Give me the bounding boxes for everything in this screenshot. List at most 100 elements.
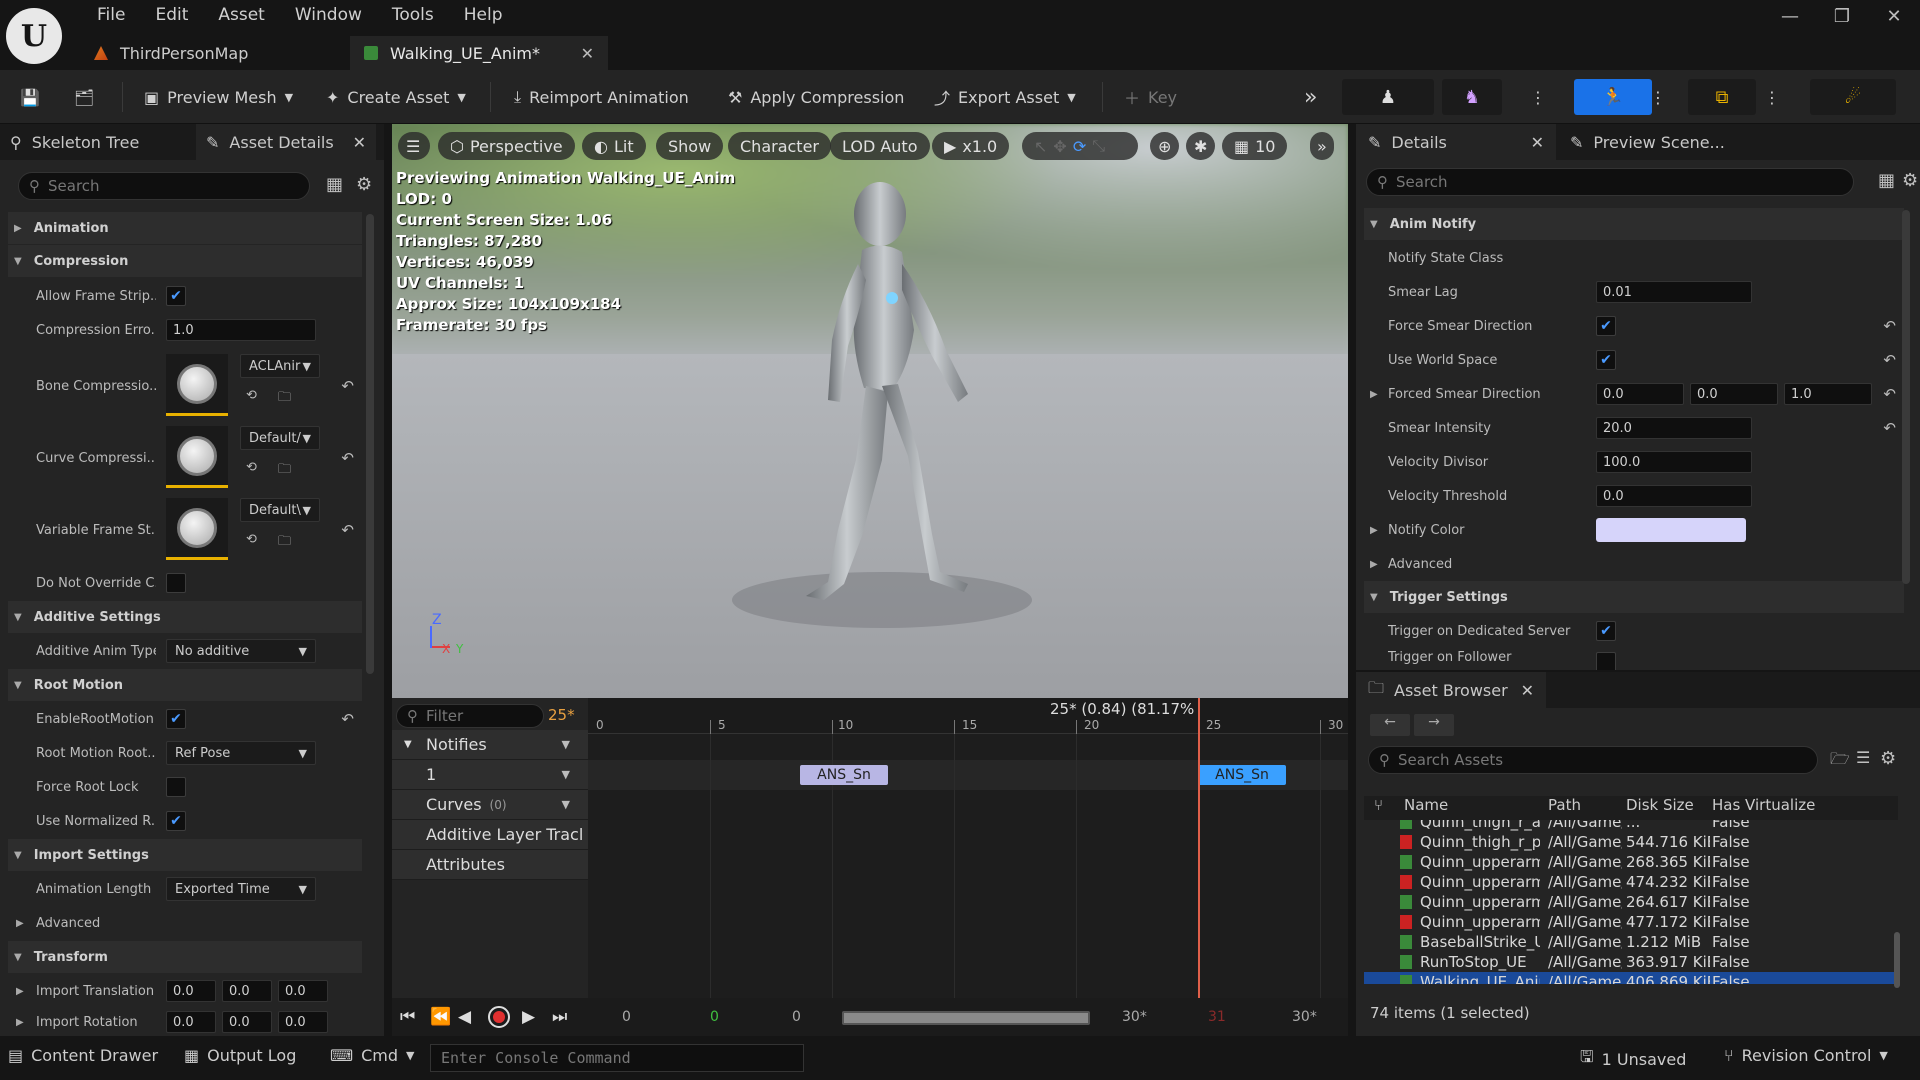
timeline-scrollbar[interactable] — [842, 1011, 1090, 1025]
details-search-input[interactable]: ⚲ Search — [18, 172, 310, 200]
curve-compression-thumbnail[interactable] — [166, 426, 228, 488]
viewport-menu-button[interactable]: ☰ — [398, 132, 430, 160]
column-has-virtualize[interactable]: Has Virtualize — [1712, 796, 1815, 814]
notify-color-swatch[interactable] — [1596, 518, 1746, 542]
variable-frame-thumbnail[interactable] — [166, 498, 228, 560]
chevron-down-icon[interactable]: ▼ — [562, 738, 570, 751]
expand-arrow-icon[interactable]: ▶ — [16, 986, 24, 997]
bone-compression-dropdown[interactable]: ACLAnir ▼ — [240, 354, 320, 378]
forced-smear-y-field[interactable]: 0.0 — [1690, 383, 1778, 405]
export-asset-button[interactable]: ⤴ Export Asset ▼ — [934, 78, 1076, 116]
asset-row[interactable]: BaseballStrike_UE/All/Game/1.212 MiB Fals… — [1364, 932, 1898, 952]
prop-advanced[interactable]: ▶ Advanced — [1364, 547, 1904, 581]
transform-tools[interactable]: ↖ ✥ ⟳ ⤡ — [1022, 132, 1138, 160]
menu-help[interactable]: Help — [449, 4, 518, 26]
more-options-icon[interactable]: ⋮ — [1650, 78, 1666, 116]
velocity-threshold-field[interactable]: 0.0 — [1596, 485, 1752, 507]
trigger-follower-checkbox[interactable] — [1596, 652, 1616, 670]
animation-mode-button[interactable]: 🏃 — [1574, 79, 1652, 115]
close-button[interactable]: ✕ — [1868, 6, 1920, 27]
category-anim-notify[interactable]: ▼ Anim Notify — [1364, 208, 1904, 240]
search-assets-input[interactable]: ⚲ Search Assets — [1368, 746, 1818, 774]
tree-icon[interactable]: ⑂ — [1374, 796, 1383, 814]
reset-icon[interactable]: ↶ — [341, 449, 354, 467]
category-transform[interactable]: ▼ Transform — [8, 941, 362, 973]
use-selected-icon[interactable]: ⟲ — [246, 388, 257, 403]
unreal-logo[interactable]: U — [6, 8, 62, 64]
reset-icon[interactable]: ↶ — [1883, 419, 1896, 437]
asset-row[interactable]: Quinn_upperarm_r_ /All/Game/264.617 KiBFa… — [1364, 892, 1898, 912]
settings-gear-icon[interactable]: ⚙ — [1902, 170, 1918, 191]
use-selected-icon[interactable]: ⟲ — [246, 532, 257, 547]
reset-icon[interactable]: ↶ — [341, 521, 354, 539]
track-notify-1[interactable]: 1 ▼ — [392, 760, 588, 790]
root-motion-root-dropdown[interactable]: Ref Pose ▼ — [166, 741, 316, 765]
track-curves[interactable]: Curves (0) ▼ — [392, 790, 588, 820]
forward-arrow-icon[interactable]: → — [1414, 714, 1454, 736]
menu-window[interactable]: Window — [280, 4, 377, 26]
browse-icon[interactable]: 🗀 — [278, 532, 291, 554]
curve-compression-dropdown[interactable]: Default/▼ — [240, 426, 320, 450]
details-scrollbar[interactable] — [366, 214, 374, 674]
menu-asset[interactable]: Asset — [203, 4, 279, 26]
asset-list-scrollbar[interactable] — [1894, 932, 1900, 988]
tab-skeleton-tree[interactable]: ⚲ Skeleton Tree — [0, 124, 192, 160]
close-tab-icon[interactable]: ✕ — [581, 44, 594, 63]
track-notifies[interactable]: ▼ Notifies ▼ — [392, 730, 588, 760]
close-tab-icon[interactable]: ✕ — [353, 133, 366, 152]
column-path[interactable]: Path — [1548, 796, 1581, 814]
preview-mesh-button[interactable]: ▣ Preview Mesh ▼ — [144, 78, 293, 116]
browse-icon[interactable]: 🗂 — [74, 78, 94, 116]
translation-y-field[interactable]: 0.0 — [222, 980, 272, 1002]
forced-smear-z-field[interactable]: 1.0 — [1784, 383, 1872, 405]
lod-button[interactable]: LOD Auto — [830, 132, 930, 160]
category-import-settings[interactable]: ▼ Import Settings — [8, 839, 362, 871]
asset-row[interactable]: Quinn_thigh_r_pos/All/Game/544.716 KiBFa… — [1364, 832, 1898, 852]
variable-frame-dropdown[interactable]: Default\ ▼ — [240, 498, 320, 522]
preview-viewport[interactable]: ☰ ⬡ Perspective ◐ Lit Show Character LOD A… — [392, 124, 1348, 698]
key-button[interactable]: ＋ Key — [1124, 78, 1177, 116]
asset-row[interactable]: Quinn_thigh_r_an/All/Game/... False — [1364, 820, 1898, 832]
use-normalized-checkbox[interactable]: ✔ — [166, 811, 186, 831]
mannequin-character[interactable] — [732, 180, 1032, 660]
minimize-button[interactable]: — — [1764, 6, 1816, 27]
tab-preview-scene[interactable]: ✎ Preview Scene... — [1560, 124, 1760, 160]
reset-icon[interactable]: ↶ — [1883, 351, 1896, 369]
category-root-motion[interactable]: ▼ Root Motion — [8, 669, 362, 701]
blueprint-mode-button[interactable]: ⧉ — [1688, 79, 1756, 115]
reset-icon[interactable]: ↶ — [1883, 317, 1896, 335]
bone-compression-thumbnail[interactable] — [166, 354, 228, 416]
play-icon[interactable]: ▶ — [522, 1007, 535, 1027]
chevron-down-icon[interactable]: ▼ — [562, 798, 570, 811]
physics-mode-button[interactable]: ☄ — [1810, 79, 1896, 115]
compression-error-field[interactable]: 1.0 — [166, 319, 316, 341]
trigger-dedicated-checkbox[interactable]: ✔ — [1596, 621, 1616, 641]
chevron-down-icon[interactable]: ▼ — [562, 768, 570, 781]
skip-start-icon[interactable]: ⏮ — [400, 1007, 415, 1027]
unsaved-button[interactable]: 🖫 1 Unsaved — [1580, 1046, 1686, 1073]
skeleton-mode-button[interactable]: ♟ — [1342, 79, 1434, 115]
playback-speed-button[interactable]: ▶ x1.0 — [932, 132, 1010, 160]
settings-gear-icon[interactable]: ⚙ — [356, 174, 372, 195]
allow-frame-strip-checkbox[interactable]: ✔ — [166, 286, 186, 306]
column-disk-size[interactable]: Disk Size — [1626, 796, 1694, 814]
prop-advanced[interactable]: ▶ Advanced — [8, 906, 362, 940]
asset-row[interactable]: Walking_UE_Anim/All/Game/406.869 KiB Fals… — [1364, 972, 1898, 984]
menu-tools[interactable]: Tools — [377, 4, 449, 26]
enable-root-motion-checkbox[interactable]: ✔ — [166, 709, 186, 729]
browse-icon[interactable]: 🗀 — [278, 388, 291, 410]
expand-arrow-icon[interactable]: ▶ — [1370, 389, 1378, 400]
grid-snap-button[interactable]: ▦ 10 — [1222, 132, 1288, 160]
velocity-divisor-field[interactable]: 100.0 — [1596, 451, 1752, 473]
animation-length-dropdown[interactable]: Exported Time ▼ — [166, 877, 316, 901]
expand-toolbar-icon[interactable]: » — [1304, 78, 1317, 116]
category-additive-settings[interactable]: ▼ Additive Settings — [8, 601, 362, 633]
rotation-y-field[interactable]: 0.0 — [222, 1011, 272, 1033]
tab-asset-browser[interactable]: 🗀 Asset Browser ✕ — [1356, 672, 1546, 708]
more-options-icon[interactable]: ⋮ — [1530, 78, 1546, 116]
close-tab-icon[interactable]: ✕ — [1531, 133, 1544, 152]
rotation-z-field[interactable]: 0.0 — [278, 1011, 328, 1033]
use-world-space-checkbox[interactable]: ✔ — [1596, 350, 1616, 370]
expand-arrow-icon[interactable]: ▶ — [1370, 525, 1378, 536]
force-root-lock-checkbox[interactable] — [166, 777, 186, 797]
